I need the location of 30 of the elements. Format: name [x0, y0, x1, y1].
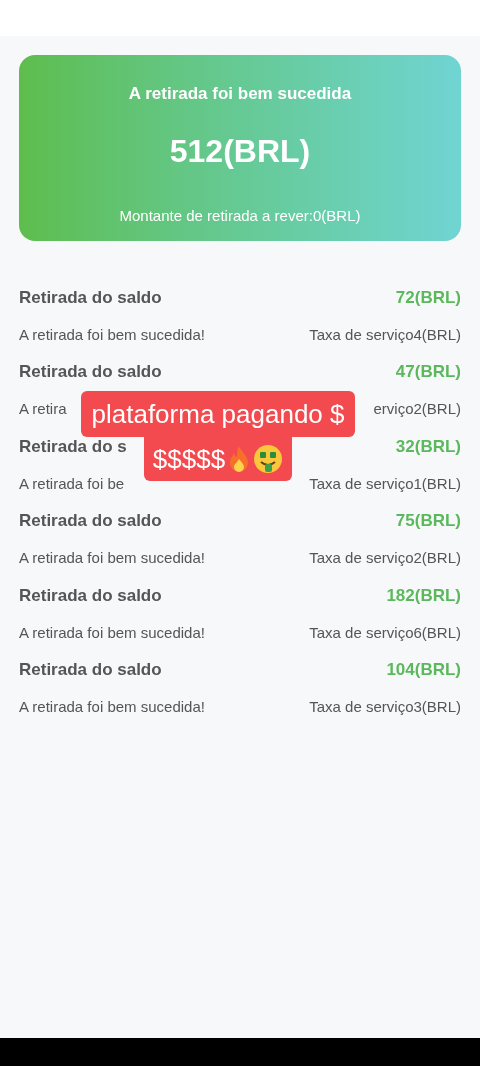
record-status: A retirada foi bem sucedida!: [19, 697, 205, 717]
record-amount: 47(BRL): [395, 361, 461, 384]
record-amount: 75(BRL): [395, 510, 461, 533]
record-status: A retirada foi bem sucedida!: [19, 324, 205, 345]
summary-amount: 512(BRL): [169, 131, 311, 171]
record-title: Retirada do saldo: [19, 510, 162, 533]
service-fee: Taxa de serviço2(BRL): [309, 548, 461, 568]
service-fee: Taxa de serviço3(BRL): [309, 697, 461, 717]
record-status: A retira: [19, 399, 67, 419]
service-fee: erviço2(BRL): [373, 399, 461, 419]
record-status: A retirada foi be: [19, 473, 125, 494]
service-fee: Taxa de serviço4(BRL): [309, 324, 461, 345]
record-amount: 182(BRL): [386, 584, 461, 607]
record-amount: 104(BRL): [386, 659, 461, 682]
record-status: A retirada foi bem sucedida!: [19, 622, 205, 643]
summary-title: A retirada foi bem sucedida: [128, 83, 352, 105]
record-title: Retirada do saldo: [19, 659, 162, 682]
record-title: Retirada do saldo: [19, 286, 162, 309]
record-title: Retirada do saldo: [19, 361, 162, 384]
pending-amount: Montante de retirada a rever:0(BRL): [119, 205, 361, 226]
service-fee: Taxa de serviço1(BRL): [309, 473, 461, 494]
record-amount: 32(BRL): [395, 435, 461, 458]
record-title: Retirada do s: [19, 435, 127, 458]
record-amount: 72(BRL): [395, 286, 461, 309]
service-fee: Taxa de serviço6(BRL): [309, 622, 461, 643]
record-title: Retirada do saldo: [19, 584, 162, 607]
smiley-icon: [253, 444, 284, 474]
caption-line: $$$$$: [152, 442, 226, 476]
flame-icon: [228, 445, 251, 473]
record-status: A retirada foi bem sucedida!: [19, 548, 205, 568]
